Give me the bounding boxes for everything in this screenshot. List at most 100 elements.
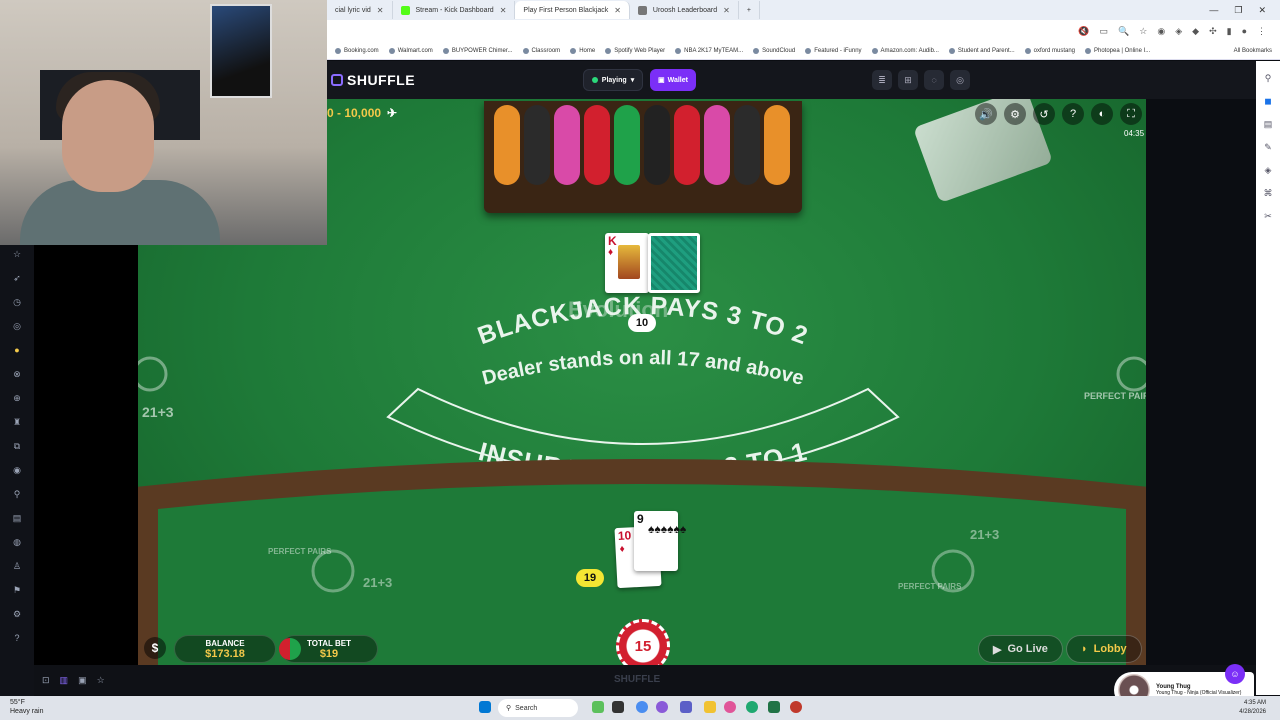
screenshot-icon[interactable]: ⊡ <box>42 675 50 686</box>
taskbar-search[interactable]: ⚲ Search <box>498 699 578 717</box>
tab-leaderboard[interactable]: Uroosh Leaderboard ✕ <box>630 1 739 19</box>
teams-icon[interactable] <box>680 701 692 713</box>
bookmark[interactable]: Booking.com <box>335 47 379 54</box>
bookmark[interactable]: Spotify Web Player <box>605 47 665 54</box>
vip-icon[interactable]: ♜ <box>9 417 25 431</box>
forum-icon[interactable]: ▤ <box>9 513 25 527</box>
extension-icon[interactable]: ◉ <box>1157 26 1165 37</box>
side-bet-spot-icon[interactable] <box>1116 356 1146 392</box>
picture-icon[interactable]: ▣ <box>78 675 87 686</box>
table-line-2: Dealer stands on all 17 and above <box>480 347 806 390</box>
bookmark-label: NBA 2K17 MyTEAM... <box>684 47 744 54</box>
side-bet-spot-icon[interactable] <box>138 356 168 392</box>
minimize-icon[interactable]: — <box>1209 5 1218 16</box>
chevron-down-icon: ▾ <box>630 77 635 84</box>
menu-icon[interactable]: ⋮ <box>1257 26 1266 37</box>
excel-icon[interactable] <box>768 701 780 713</box>
support-icon[interactable]: ◍ <box>9 537 25 551</box>
widgets-icon[interactable] <box>592 701 604 713</box>
extension-icon[interactable]: ◆ <box>1192 26 1199 37</box>
close-window-icon[interactable]: ✕ <box>1258 5 1266 16</box>
lobby-button[interactable]: ◗ Lobby <box>1066 635 1142 663</box>
gift-icon[interactable]: ⊞ <box>898 70 918 90</box>
pin-icon[interactable]: ✈ <box>387 106 397 120</box>
help-icon[interactable]: ? <box>9 633 25 647</box>
briefcase-icon[interactable]: ▤ <box>1264 119 1273 130</box>
affiliate-icon[interactable]: ⧉ <box>9 441 25 455</box>
currency-button[interactable]: $ <box>144 637 166 659</box>
bookmark[interactable]: Featured - iFunny <box>805 47 862 54</box>
close-icon[interactable]: ✕ <box>500 6 507 15</box>
chat-bubble-icon[interactable]: ☺ <box>1225 664 1245 684</box>
taskview-icon[interactable] <box>612 701 624 713</box>
star-icon[interactable]: ☆ <box>9 249 25 263</box>
bookmark[interactable]: SoundCloud <box>753 47 795 54</box>
zoom-icon[interactable]: 🔍 <box>1118 26 1129 37</box>
bookmark[interactable]: Home <box>570 47 595 54</box>
go-live-button[interactable]: ▶ Go Live <box>978 635 1063 663</box>
bookmark[interactable]: Photopea | Online I... <box>1085 47 1150 54</box>
bookmark[interactable]: Walmart.com <box>388 47 433 54</box>
edit-icon[interactable]: ✎ <box>1264 142 1272 153</box>
globe-icon <box>637 5 647 15</box>
app-icon[interactable] <box>790 701 802 713</box>
tools-icon[interactable]: ✂ <box>1264 211 1272 222</box>
games-icon[interactable]: ⌘ <box>1264 188 1273 199</box>
outlook-icon[interactable]: ◼ <box>1264 96 1271 107</box>
bookmark[interactable]: Student and Parent... <box>948 47 1015 54</box>
close-icon[interactable]: ✕ <box>723 6 730 15</box>
profile-icon[interactable]: ● <box>1242 26 1247 36</box>
wallet-button[interactable]: ▣ Wallet <box>650 69 696 91</box>
promo-icon[interactable]: ⊕ <box>9 393 25 407</box>
mute-icon[interactable]: 🔇 <box>1078 26 1089 37</box>
app-icon[interactable] <box>724 701 736 713</box>
puzzle-icon[interactable]: ✣ <box>1209 26 1217 37</box>
search-icon[interactable]: ⚲ <box>9 489 25 503</box>
file-explorer-icon[interactable] <box>704 701 716 713</box>
bookmark[interactable]: BUYPOWER Chimer... <box>442 47 513 54</box>
tab-kick-dashboard[interactable]: Stream - Kick Dashboard ✕ <box>393 1 516 19</box>
playing-dropdown[interactable]: Playing ▾ <box>583 69 643 91</box>
footer-logo: SHUFFLE <box>614 674 661 685</box>
star-icon[interactable]: ☆ <box>1139 26 1147 37</box>
close-icon[interactable]: ✕ <box>377 6 384 15</box>
user-icon[interactable]: ♙ <box>9 561 25 575</box>
tab-blackjack[interactable]: Play First Person Blackjack ✕ <box>515 1 630 19</box>
casino-icon[interactable]: ◎ <box>9 321 25 335</box>
cast-icon[interactable]: ▭ <box>1100 26 1109 37</box>
sports-icon[interactable]: ⊗ <box>9 369 25 383</box>
settings-icon[interactable]: ⚙ <box>9 609 25 623</box>
bookmark[interactable]: Classroom <box>522 47 560 54</box>
theater-icon[interactable]: ▥ <box>60 675 69 686</box>
site-logo[interactable]: SHUFFLE <box>327 72 415 88</box>
maximize-icon[interactable]: ❐ <box>1234 5 1242 16</box>
chat-icon[interactable]: ◌ <box>924 70 944 90</box>
language-icon[interactable]: ⚑ <box>9 585 25 599</box>
app-icon[interactable] <box>656 701 668 713</box>
history-icon[interactable]: ≣ <box>872 70 892 90</box>
system-clock[interactable]: 4:35 AM 4/28/2026 <box>1239 699 1266 717</box>
clock-icon[interactable]: ◷ <box>9 297 25 311</box>
rocket-icon[interactable]: ➶ <box>9 273 25 287</box>
weather-widget[interactable]: 55°F Heavy rain <box>10 698 43 716</box>
new-tab-button[interactable]: + <box>739 1 760 19</box>
windows-start-icon[interactable] <box>479 701 491 713</box>
edge-icon[interactable] <box>746 701 758 713</box>
seat-side-bet-label: 21+3 <box>363 575 392 590</box>
notification-icon[interactable]: ◎ <box>950 70 970 90</box>
tag-icon[interactable]: ◈ <box>1265 165 1272 176</box>
coin-icon[interactable]: ● <box>9 345 25 359</box>
all-bookmarks[interactable]: All Bookmarks <box>1234 48 1280 54</box>
main-bet-chip[interactable]: 15 <box>616 619 670 665</box>
blog-icon[interactable]: ◉ <box>9 465 25 479</box>
search-icon[interactable]: ⚲ <box>1265 73 1272 84</box>
sidepanel-icon[interactable]: ▮ <box>1227 26 1232 37</box>
favorite-icon[interactable]: ☆ <box>97 675 105 686</box>
tab-lyric-video[interactable]: cial lyric vid ✕ <box>327 1 393 19</box>
extension-icon[interactable]: ◈ <box>1175 26 1182 37</box>
bookmark[interactable]: Amazon.com: Audib... <box>871 47 939 54</box>
chrome-icon[interactable] <box>636 701 648 713</box>
close-icon[interactable]: ✕ <box>614 6 621 15</box>
bookmark[interactable]: NBA 2K17 MyTEAM... <box>675 47 744 54</box>
bookmark[interactable]: oxford mustang <box>1024 47 1075 54</box>
